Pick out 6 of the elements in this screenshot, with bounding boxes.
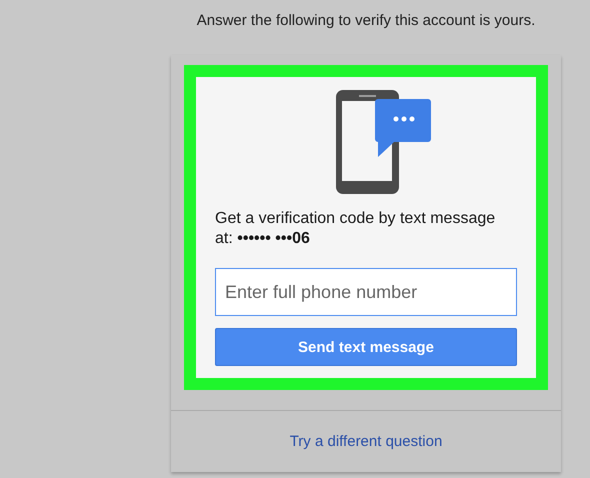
phone-number-field[interactable]: Enter full phone number [215,268,517,316]
send-button[interactable]: Send text message [215,328,517,366]
instruction-text: Answer the following to verify this account is yours. [196,12,536,31]
phone-message-icon [334,89,432,195]
different-question-link[interactable]: Try a different question [290,433,442,450]
prompt-text: Get a verification code by text message at: •••••• •••06 [215,209,496,249]
